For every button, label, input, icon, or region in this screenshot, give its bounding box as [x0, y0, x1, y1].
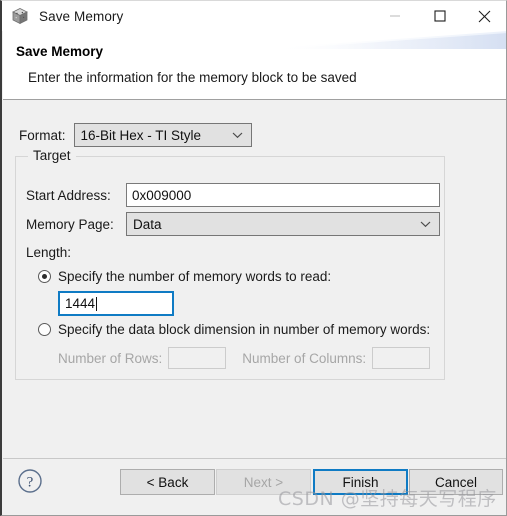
- start-address-row: Start Address: 0x009000: [26, 183, 440, 207]
- radio-specify-block-dimension-label: Specify the data block dimension in numb…: [58, 322, 431, 337]
- title-bar: Save Memory: [2, 1, 506, 31]
- target-groupbox-legend: Target: [28, 148, 76, 163]
- memory-page-label: Memory Page:: [26, 216, 114, 232]
- number-of-columns-input[interactable]: [372, 347, 431, 369]
- memory-words-input[interactable]: 1444: [58, 291, 174, 316]
- radio-button-selected-icon: [38, 270, 51, 283]
- memory-words-input-value: 1444: [65, 296, 96, 311]
- length-label: Length:: [26, 245, 72, 260]
- finish-button[interactable]: Finish: [313, 469, 408, 495]
- cancel-button[interactable]: Cancel: [409, 469, 503, 495]
- dialog-body: Format: 16-Bit Hex - TI Style Target Sta…: [3, 100, 506, 458]
- save-memory-dialog: Save Memory Save Memory Enter the inform…: [0, 0, 507, 516]
- minimize-icon[interactable]: [372, 1, 417, 31]
- block-dimension-row: Number of Rows: Number of Columns:: [58, 347, 431, 369]
- page-title: Save Memory: [16, 44, 104, 59]
- chevron-down-icon: [232, 124, 243, 146]
- header-banner-graphic: [257, 31, 506, 61]
- next-button: Next >: [216, 469, 311, 495]
- format-dropdown[interactable]: 16-Bit Hex - TI Style: [73, 123, 252, 147]
- svg-text:?: ?: [27, 474, 34, 490]
- help-icon[interactable]: ?: [17, 468, 43, 494]
- radio-specify-word-count-label: Specify the number of memory words to re…: [58, 269, 332, 284]
- text-caret: [96, 296, 98, 311]
- dialog-header: Save Memory Enter the information for th…: [3, 31, 506, 99]
- memory-page-dropdown-value: Data: [133, 216, 162, 232]
- format-label: Format:: [19, 127, 66, 143]
- number-of-rows-label: Number of Rows:: [58, 350, 163, 366]
- start-address-label: Start Address:: [26, 187, 111, 203]
- radio-button-unselected-icon: [38, 323, 51, 336]
- cube-icon: [11, 7, 29, 25]
- page-subtitle: Enter the information for the memory blo…: [28, 70, 357, 85]
- radio-specify-word-count[interactable]: Specify the number of memory words to re…: [38, 269, 331, 284]
- close-icon[interactable]: [462, 1, 506, 31]
- chevron-down-icon: [420, 213, 431, 235]
- memory-page-dropdown[interactable]: Data: [126, 212, 440, 236]
- window-controls: [372, 1, 506, 31]
- maximize-icon[interactable]: [417, 1, 462, 31]
- number-of-rows-input[interactable]: [168, 347, 227, 369]
- window-title: Save Memory: [39, 8, 124, 24]
- memory-page-row: Memory Page: Data: [26, 212, 440, 236]
- start-address-input[interactable]: 0x009000: [126, 183, 440, 207]
- target-groupbox: Target Start Address: 0x009000 Memory Pa…: [15, 148, 445, 380]
- format-dropdown-value: 16-Bit Hex - TI Style: [80, 127, 202, 143]
- dialog-footer: ? < Back Next > Finish Cancel: [3, 459, 506, 515]
- format-row: Format: 16-Bit Hex - TI Style: [19, 123, 252, 147]
- radio-specify-block-dimension[interactable]: Specify the data block dimension in numb…: [38, 322, 430, 337]
- back-button[interactable]: < Back: [120, 469, 215, 495]
- number-of-columns-label: Number of Columns:: [242, 350, 367, 366]
